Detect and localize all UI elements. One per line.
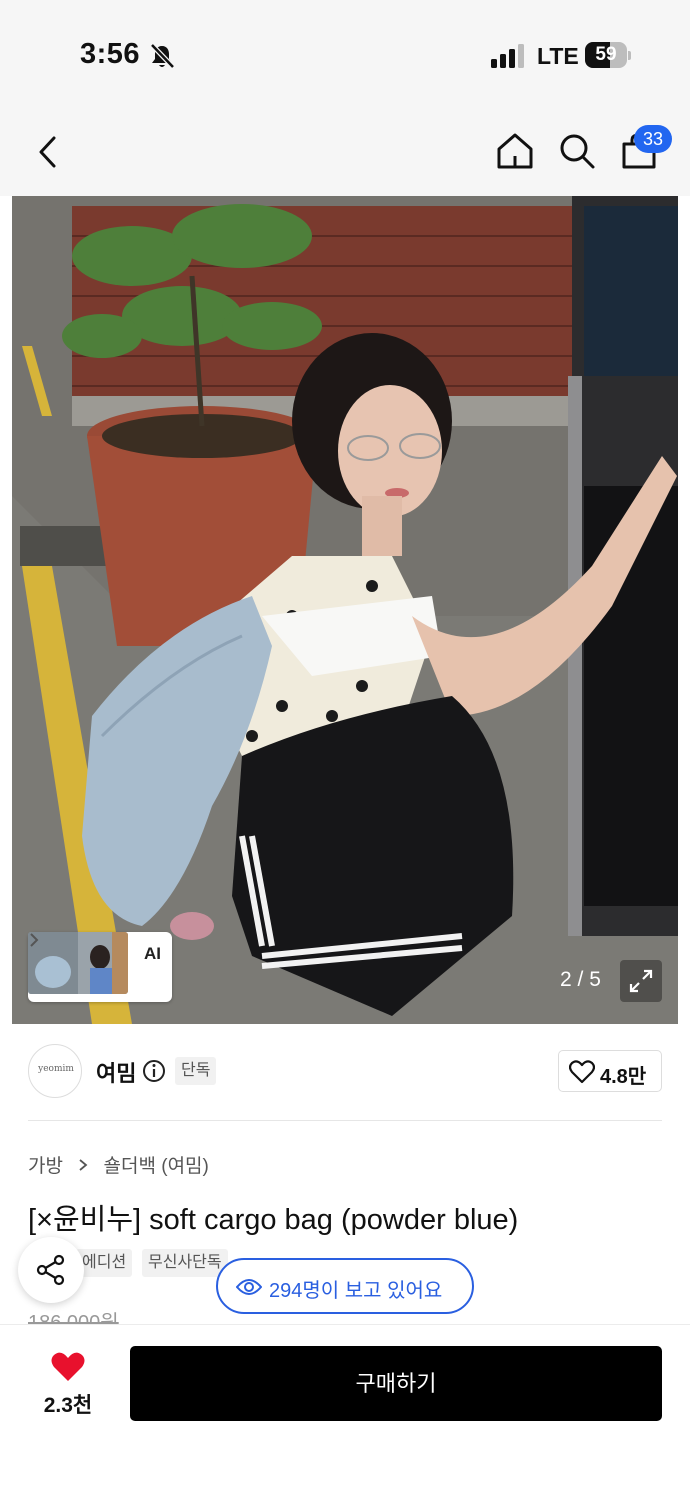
cart-count-badge: 33 <box>634 125 672 153</box>
expand-icon <box>629 969 653 993</box>
exclusive-badge: 단독 <box>175 1057 217 1085</box>
wishlist-count: 2.3천 <box>43 1394 93 1417</box>
heart-outline-icon <box>569 1060 595 1084</box>
product-title: [×윤비누] soft cargo bag (powder blue) <box>28 1204 519 1236</box>
product-photo <box>12 196 678 1024</box>
buy-button[interactable]: 구매하기 <box>130 1346 662 1421</box>
bell-off-icon <box>150 43 175 69</box>
tag-edition: 에디션 <box>76 1249 133 1277</box>
home-icon[interactable] <box>494 130 536 172</box>
fullscreen-button[interactable] <box>620 960 662 1002</box>
live-viewers-pill: 294명이 보고 있어요 <box>216 1258 474 1314</box>
share-icon <box>36 1254 65 1286</box>
tag-musinsa-exclusive: 무신사단독 <box>142 1249 228 1277</box>
breadcrumb-item-shoulder-bag[interactable]: 숄더백 (여밈) <box>104 1151 209 1178</box>
battery-level: 59 <box>595 44 617 65</box>
top-navigation: 33 <box>0 110 690 196</box>
image-counter: 2 / 5 <box>560 968 601 991</box>
chevron-right-icon <box>30 933 39 947</box>
ai-thumbnail <box>28 932 128 994</box>
breadcrumb: 가방 숄더백 (여밈) <box>28 1151 209 1178</box>
search-icon[interactable] <box>556 130 598 172</box>
status-time: 3:56 <box>80 38 141 70</box>
divider <box>28 1120 662 1121</box>
product-image-gallery[interactable]: AI 2 / 5 <box>12 196 678 1024</box>
ai-styling-chip[interactable]: AI <box>28 932 172 1002</box>
brand-logo[interactable]: yeomim <box>28 1044 82 1098</box>
status-bar: 3:56 LTE 59 <box>0 0 690 110</box>
brand-row: yeomim 여밈 단독 4.8만 <box>28 1040 662 1102</box>
brand-name[interactable]: 여밈 <box>96 1056 136 1088</box>
breadcrumb-item-bag[interactable]: 가방 <box>28 1151 63 1178</box>
back-arrow-icon[interactable] <box>28 132 68 172</box>
eye-icon <box>236 1279 262 1295</box>
bottom-action-bar: 2.3천 구매하기 <box>0 1324 690 1500</box>
heart-filled-icon[interactable] <box>50 1351 86 1383</box>
info-icon[interactable] <box>142 1059 166 1083</box>
brand-like-button[interactable]: 4.8만 <box>558 1050 662 1092</box>
chevron-right-icon <box>79 1158 88 1171</box>
battery-icon: 59 <box>585 42 631 70</box>
cellular-signal-icon <box>491 44 524 68</box>
brand-like-count: 4.8만 <box>600 1066 647 1088</box>
viewers-count-text: 294명이 보고 있어요 <box>269 1280 443 1302</box>
network-type: LTE <box>537 43 579 69</box>
share-button[interactable] <box>18 1237 84 1303</box>
ai-label: AI <box>144 944 161 963</box>
